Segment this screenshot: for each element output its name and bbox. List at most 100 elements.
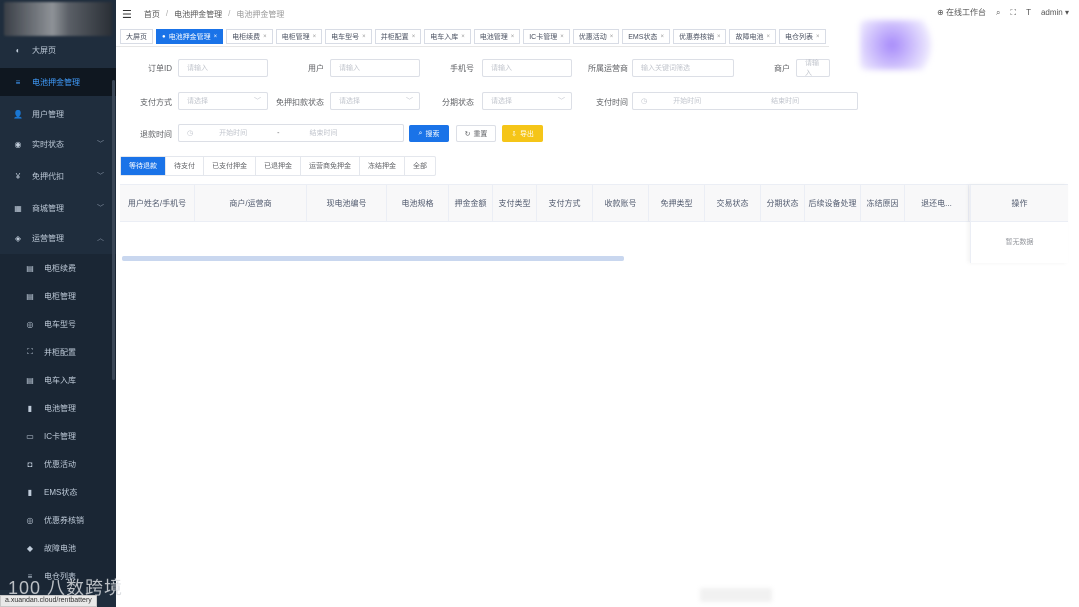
installment-status-label: 分期状态 (442, 98, 474, 107)
status-tab[interactable]: 全部 (405, 157, 435, 175)
table-column-header[interactable]: 支付方式 (537, 185, 593, 222)
workbench-link[interactable]: ⊕ 在线工作台 (937, 7, 986, 18)
table-column-header[interactable]: 商户/运营商 (195, 185, 307, 222)
sidebar-item[interactable]: ◈ 运营管理 ︿ (0, 224, 116, 252)
sidebar-item[interactable]: ≡ 电池押金管理 (0, 68, 116, 96)
tag-item[interactable]: 优惠券核销 × (672, 29, 727, 44)
close-icon[interactable]: × (461, 34, 465, 40)
sidebar-item[interactable]: ▦ 商城管理 ﹀ (0, 194, 116, 222)
status-tab[interactable]: 等待退款 (121, 157, 166, 175)
sidebar-subitem[interactable]: ▤ 电柜续费 (0, 254, 116, 282)
sidebar-subitem-label: 电车型号 (44, 319, 76, 329)
close-icon[interactable]: × (816, 34, 820, 40)
status-tab[interactable]: 已支付押金 (204, 157, 256, 175)
tag-item[interactable]: EMS状态 × (622, 29, 670, 44)
reset-button[interactable]: ↻ 重置 (456, 125, 496, 142)
phone-input[interactable]: 请输入 (482, 59, 572, 77)
tag-item[interactable]: 故障电池 × (729, 29, 776, 44)
breadcrumb-home[interactable]: 首页 (144, 9, 160, 20)
status-tab[interactable]: 待支付 (166, 157, 204, 175)
table-column-header[interactable]: 支付类型 (493, 185, 537, 222)
sidebar-item[interactable]: ◐ 大屏页 (0, 36, 116, 64)
sidebar-subitem-label: 并柜配置 (44, 347, 76, 357)
sidebar-subitem[interactable]: ◆ 故障电池 (0, 534, 116, 562)
pay-time-range[interactable]: ◷ 开始时间 结束时间 (632, 92, 858, 110)
tag-item[interactable]: 电柜续费 × (226, 29, 273, 44)
close-icon[interactable]: × (412, 34, 416, 40)
tag-item[interactable]: 并柜配置 × (374, 29, 422, 44)
download-icon: ⇩ (511, 130, 517, 138)
sitemap-icon: ⛶ (27, 347, 33, 356)
sidebar-subitem[interactable]: ▮ EMS状态 (0, 478, 116, 506)
table-column-header[interactable]: 免押类型 (649, 185, 705, 222)
close-icon[interactable]: × (313, 34, 317, 40)
order-id-input[interactable]: 请输入 (178, 59, 268, 77)
sidebar-subitem[interactable]: ⛶ 并柜配置 (0, 338, 116, 366)
status-tab[interactable]: 已退押金 (256, 157, 301, 175)
sidebar-subitem[interactable]: ▮ 电池管理 (0, 394, 116, 422)
table-column-header[interactable]: 分期状态 (761, 185, 805, 222)
sidebar-subitem[interactable]: ▭ IC卡管理 (0, 422, 116, 450)
search-icon[interactable]: ⌕ (996, 8, 1000, 18)
close-icon[interactable]: × (214, 34, 218, 40)
sidebar-subitem[interactable]: ◎ 电车型号 (0, 310, 116, 338)
sidebar-subitem[interactable]: ▤ 电车入库 (0, 366, 116, 394)
status-tab[interactable]: 冻结押金 (360, 157, 405, 175)
installment-status-select[interactable]: 请选择 ﹀ (482, 92, 572, 110)
sidebar-item[interactable]: 👤 用户管理 (0, 100, 116, 128)
close-icon[interactable]: × (766, 34, 770, 40)
close-icon[interactable]: × (660, 34, 664, 40)
operator-input[interactable]: 输入关键词筛选 (632, 59, 734, 77)
tag-item[interactable]: 大屏页 (120, 29, 153, 44)
tag-item[interactable]: 电车入库 × (424, 29, 471, 44)
table-horizontal-scrollbar[interactable] (122, 256, 624, 261)
close-icon[interactable]: × (511, 34, 515, 40)
close-icon[interactable]: × (717, 34, 721, 40)
user-input[interactable]: 请输入 (330, 59, 420, 77)
table-column-header[interactable]: 用户姓名/手机号 (120, 185, 195, 222)
refund-time-label: 退款时间 (140, 130, 172, 139)
sidebar-item[interactable]: ◉ 实时状态 ﹀ (0, 130, 116, 158)
table-column-header[interactable]: 后续设备处理 (805, 185, 861, 222)
status-tab[interactable]: 运营商免押金 (301, 157, 360, 175)
refund-time-range[interactable]: ◷ 开始时间 - 结束时间 (178, 124, 404, 142)
export-button[interactable]: ⇩ 导出 (502, 125, 543, 142)
search-button[interactable]: ⌕ 搜索 (409, 125, 449, 142)
chevron-icon: ﹀ (97, 173, 104, 180)
tag-item[interactable]: 电车型号 × (325, 29, 372, 44)
table-column-header[interactable]: 交易状态 (705, 185, 761, 222)
sidebar-item-label: 大屏页 (32, 45, 56, 55)
sidebar-subitem[interactable]: ◎ 优惠券核销 (0, 506, 116, 534)
table-column-header[interactable]: 电池规格 (387, 185, 449, 222)
sidebar-item[interactable]: ¥ 免押代扣 ﹀ (0, 162, 116, 190)
tag-item[interactable]: 电仓列表 × (778, 29, 826, 44)
sidebar-item-label: 免押代扣 (32, 171, 64, 181)
deduct-status-select[interactable]: 请选择 ﹀ (330, 92, 420, 110)
close-icon[interactable]: × (263, 34, 267, 40)
merchant-input[interactable]: 请输入 (796, 59, 830, 77)
logo (4, 2, 112, 36)
tag-item[interactable]: 电柜管理 × (275, 29, 323, 44)
sidebar-subitem[interactable]: ◘ 优惠活动 (0, 450, 116, 478)
close-icon[interactable]: × (362, 34, 366, 40)
close-icon[interactable]: × (560, 34, 564, 40)
table-column-header[interactable]: 收款账号 (593, 185, 649, 222)
table-column-header[interactable]: 现电池编号 (307, 185, 387, 222)
tag-label: EMS状态 (628, 33, 658, 41)
menu-toggle-icon[interactable]: ☰ (122, 8, 132, 21)
user-menu[interactable]: admin ▾ (1041, 8, 1069, 17)
font-size-icon[interactable]: T (1026, 8, 1031, 17)
sidebar-subitem[interactable]: ▤ 电柜管理 (0, 282, 116, 310)
sidebar-scrollbar[interactable] (112, 80, 115, 380)
breadcrumb-parent[interactable]: 电池押金管理 (174, 9, 222, 20)
tag-item[interactable]: IC卡管理 × (523, 29, 570, 44)
table-column-header[interactable]: 退还电... (905, 185, 969, 222)
pay-method-select[interactable]: 请选择 ﹀ (178, 92, 268, 110)
close-icon[interactable]: × (610, 34, 614, 40)
tag-item[interactable]: 电池管理 × (473, 29, 521, 44)
tag-item[interactable]: 电池押金管理× (156, 29, 224, 44)
tag-item[interactable]: 优惠活动 × (572, 29, 620, 44)
fullscreen-icon[interactable]: ⛶ (1010, 8, 1016, 18)
table-column-header[interactable]: 冻结原因 (861, 185, 905, 222)
table-column-header[interactable]: 押金金额 (449, 185, 493, 222)
